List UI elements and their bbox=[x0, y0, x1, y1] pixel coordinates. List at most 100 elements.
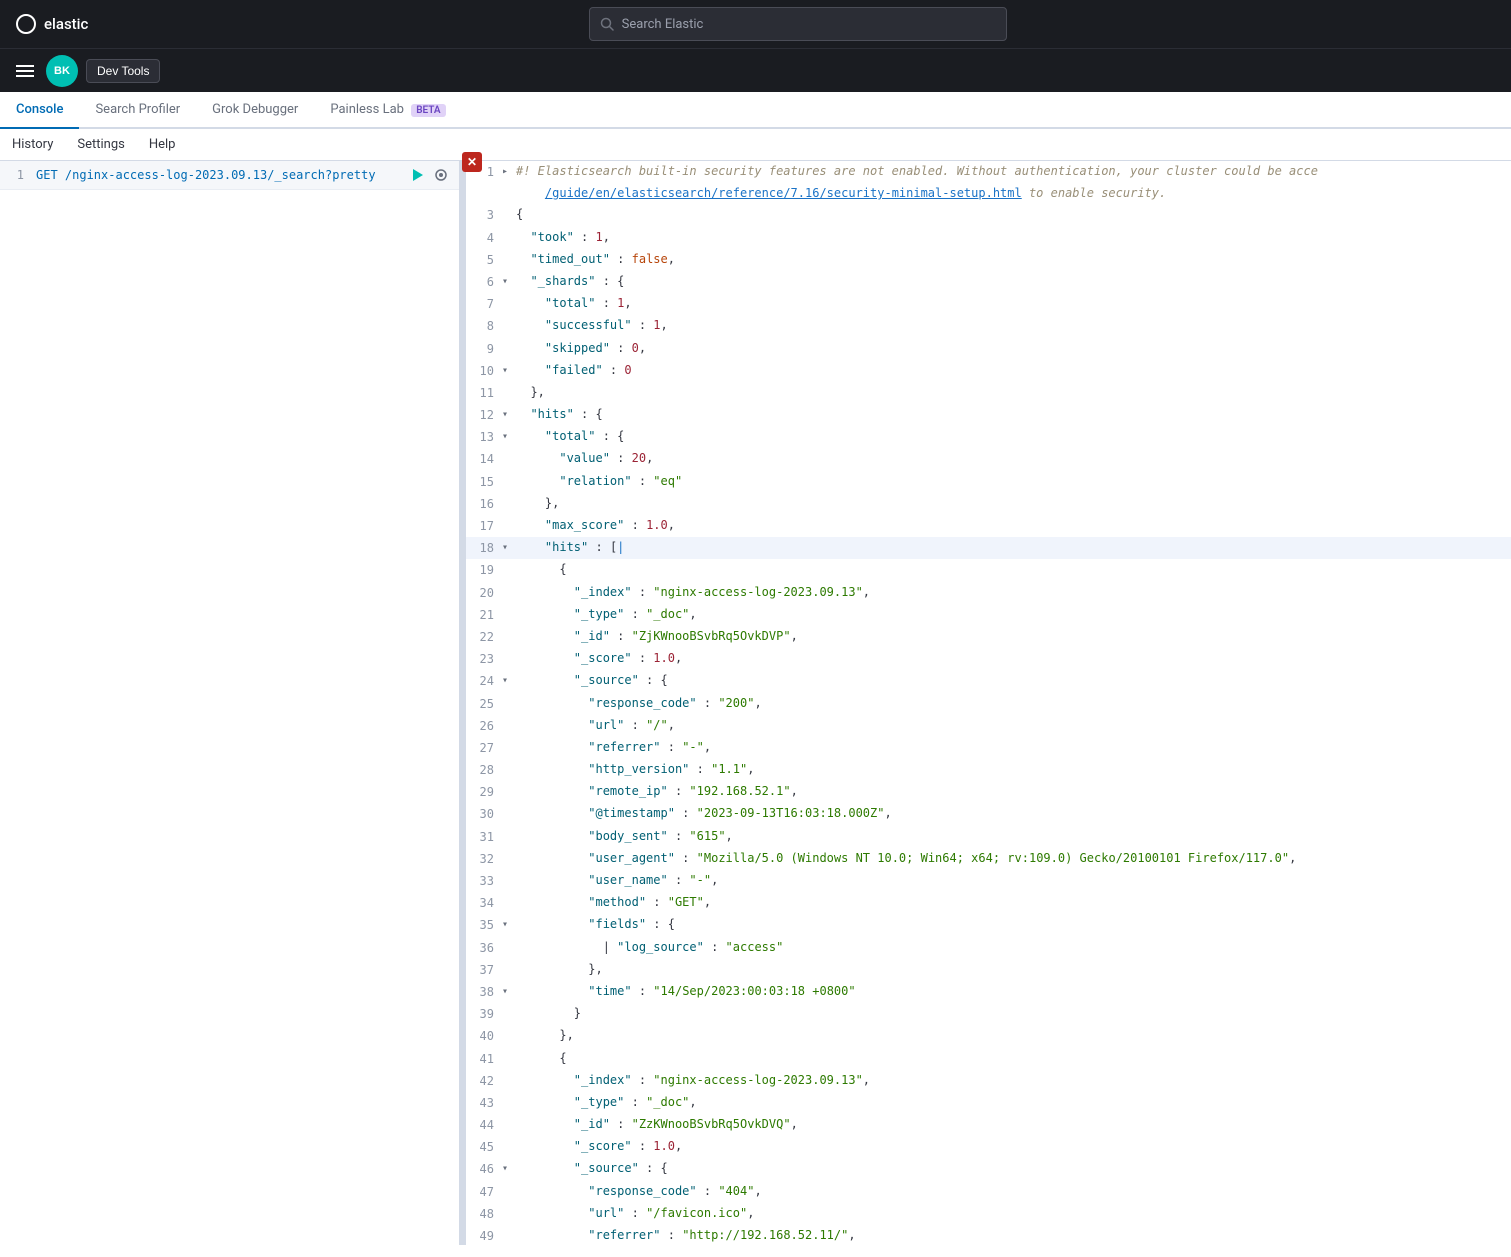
tab-search-profiler[interactable]: Search Profiler bbox=[79, 92, 196, 129]
collapse-toggle bbox=[502, 849, 516, 869]
tab-console[interactable]: Console bbox=[0, 92, 79, 129]
output-line: 20 "_index" : "nginx-access-log-2023.09.… bbox=[466, 582, 1511, 604]
output-panel[interactable]: 1 ▸ #! Elasticsearch built-in security f… bbox=[466, 161, 1511, 1245]
output-line: 13 ▾ "total" : { bbox=[466, 426, 1511, 448]
line-number: 22 bbox=[466, 627, 502, 647]
collapse-toggle bbox=[502, 716, 516, 736]
wrench-icon bbox=[434, 168, 448, 182]
output-line: 39 } bbox=[466, 1003, 1511, 1025]
settings-link[interactable]: Settings bbox=[73, 135, 128, 154]
collapse-toggle bbox=[502, 228, 516, 248]
output-line: 32 "user_agent" : "Mozilla/5.0 (Windows … bbox=[466, 848, 1511, 870]
collapse-toggle bbox=[502, 694, 516, 714]
global-search-bar[interactable]: Search Elastic bbox=[589, 7, 1007, 41]
output-line: 22 "_id" : "ZjKWnooBSvbRq5OvkDVP", bbox=[466, 626, 1511, 648]
output-line: 11 }, bbox=[466, 382, 1511, 404]
collapse-toggle bbox=[502, 960, 516, 980]
line-number: 28 bbox=[466, 760, 502, 780]
line-number: 46 bbox=[466, 1159, 502, 1179]
elastic-logo-text: elastic bbox=[44, 15, 88, 33]
collapse-toggle[interactable]: ▾ bbox=[502, 915, 516, 935]
collapse-toggle bbox=[502, 760, 516, 780]
painless-lab-label: Painless Lab bbox=[330, 102, 404, 117]
collapse-toggle[interactable]: ▸ bbox=[502, 162, 516, 182]
collapse-toggle[interactable]: ▾ bbox=[502, 427, 516, 447]
line-number: 38 bbox=[466, 982, 502, 1002]
output-line: 46 ▾ "_source" : { bbox=[466, 1158, 1511, 1180]
output-content: } bbox=[516, 1004, 1511, 1024]
line-number: 31 bbox=[466, 827, 502, 847]
collapse-toggle[interactable]: ▾ bbox=[502, 1159, 516, 1179]
history-link[interactable]: History bbox=[8, 135, 57, 154]
collapse-toggle bbox=[502, 184, 516, 203]
collapse-toggle: ▾ bbox=[502, 982, 516, 1002]
elastic-logo[interactable]: elastic bbox=[16, 14, 88, 34]
collapse-toggle bbox=[502, 1049, 516, 1069]
play-icon bbox=[410, 168, 424, 182]
output-line: 14 "value" : 20, bbox=[466, 448, 1511, 470]
wrench-button[interactable] bbox=[431, 165, 451, 185]
help-link[interactable]: Help bbox=[145, 135, 180, 154]
collapse-toggle bbox=[502, 1071, 516, 1091]
collapse-toggle bbox=[502, 605, 516, 625]
output-area: 1 ▸ #! Elasticsearch built-in security f… bbox=[466, 161, 1511, 1245]
line-number: 41 bbox=[466, 1049, 502, 1069]
editor-actions bbox=[407, 165, 459, 185]
collapse-toggle[interactable]: ▾ bbox=[502, 405, 516, 425]
output-line: 29 "remote_ip" : "192.168.52.1", bbox=[466, 781, 1511, 803]
output-content: "_score" : 1.0, bbox=[516, 1137, 1511, 1157]
tab-bar: Console Search Profiler Grok Debugger Pa… bbox=[0, 92, 1511, 129]
hamburger-menu-button[interactable] bbox=[12, 60, 38, 82]
collapse-toggle bbox=[502, 1226, 516, 1245]
tab-painless-lab[interactable]: Painless Lab BETA bbox=[314, 92, 461, 129]
search-icon bbox=[600, 17, 614, 31]
editor-query-input[interactable] bbox=[32, 166, 407, 184]
line-number: 40 bbox=[466, 1026, 502, 1046]
elastic-logo-icon bbox=[16, 14, 36, 34]
line-number: 3 bbox=[466, 205, 502, 225]
tab-grok-debugger[interactable]: Grok Debugger bbox=[196, 92, 314, 129]
line-number: 37 bbox=[466, 960, 502, 980]
editor-line-number: 1 bbox=[0, 168, 32, 182]
line-number: 16 bbox=[466, 494, 502, 514]
line-number: 12 bbox=[466, 405, 502, 425]
collapse-toggle[interactable]: ▾ bbox=[502, 671, 516, 691]
output-content: "_id" : "ZzKWnooBSvbRq5OvkDVQ", bbox=[516, 1115, 1511, 1135]
output-content: "remote_ip" : "192.168.52.1", bbox=[516, 782, 1511, 802]
collapse-toggle bbox=[502, 1204, 516, 1224]
output-line: 5 "timed_out" : false, bbox=[466, 249, 1511, 271]
line-number: 45 bbox=[466, 1137, 502, 1157]
output-line: 40 }, bbox=[466, 1025, 1511, 1047]
collapse-toggle bbox=[502, 649, 516, 669]
collapse-toggle bbox=[502, 1026, 516, 1046]
collapse-toggle bbox=[502, 827, 516, 847]
beta-badge: BETA bbox=[411, 104, 445, 117]
line-number: 25 bbox=[466, 694, 502, 714]
output-line: 23 "_score" : 1.0, bbox=[466, 648, 1511, 670]
output-line: 8 "successful" : 1, bbox=[466, 315, 1511, 337]
output-line: 44 "_id" : "ZzKWnooBSvbRq5OvkDVQ", bbox=[466, 1114, 1511, 1136]
collapse-toggle bbox=[502, 893, 516, 913]
dev-tools-button[interactable]: Dev Tools bbox=[86, 59, 160, 83]
collapse-toggle[interactable]: ▾ bbox=[502, 272, 516, 292]
user-avatar-button[interactable]: BK bbox=[46, 55, 78, 87]
output-content: "_index" : "nginx-access-log-2023.09.13"… bbox=[516, 583, 1511, 603]
collapse-toggle[interactable]: ▾ bbox=[502, 538, 516, 558]
output-content: "referrer" : "http://192.168.52.11/", bbox=[516, 1226, 1511, 1245]
output-line: 16 }, bbox=[466, 493, 1511, 515]
collapse-toggle bbox=[502, 205, 516, 225]
line-number: 24 bbox=[466, 671, 502, 691]
output-content: "_source" : { bbox=[516, 1159, 1511, 1179]
output-line: 6 ▾ "_shards" : { bbox=[466, 271, 1511, 293]
editor-input-row: 1 bbox=[0, 161, 459, 190]
output-content: "url" : "/", bbox=[516, 716, 1511, 736]
output-line: 15 "relation" : "eq" bbox=[466, 471, 1511, 493]
line-number: 13 bbox=[466, 427, 502, 447]
output-line: 21 "_type" : "_doc", bbox=[466, 604, 1511, 626]
close-error-button[interactable]: ✕ bbox=[462, 152, 482, 172]
line-number bbox=[466, 184, 502, 203]
line-number: 42 bbox=[466, 1071, 502, 1091]
run-query-button[interactable] bbox=[407, 165, 427, 185]
output-content: "url" : "/favicon.ico", bbox=[516, 1204, 1511, 1224]
output-content: "total" : { bbox=[516, 427, 1511, 447]
